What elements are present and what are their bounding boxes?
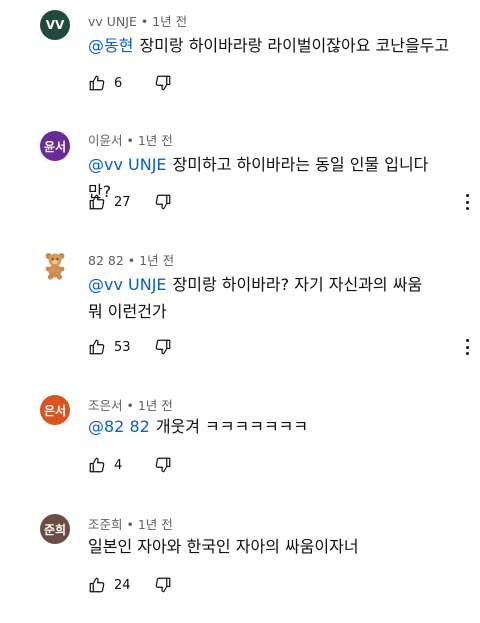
like-button[interactable]: 27 [88,193,140,211]
comment-time[interactable]: 1년 전 [139,253,174,268]
like-button[interactable]: 4 [88,456,140,474]
thumbs-up-icon [89,457,105,473]
comment-time[interactable]: 1년 전 [152,14,187,29]
comment-author[interactable]: 82 82 [88,253,124,268]
dislike-button[interactable] [154,576,172,594]
like-count: 27 [114,194,131,210]
meta-separator: • [140,14,149,29]
comment-actions: 24 [88,575,172,595]
thumbs-down-icon [155,577,171,593]
thumbs-down-icon [155,457,171,473]
comment-meta: 82 82 • 1년 전 [88,250,174,269]
thumbs-up-icon [89,194,105,210]
comment-text: @82 82 개웃겨 ㅋㅋㅋㅋㅋㅋㅋ [88,413,450,440]
mention-link[interactable]: @vv UNJE [88,275,167,294]
thumbs-up-icon [89,577,105,593]
more-options-icon[interactable] [464,194,470,210]
comment-author[interactable]: vv UNJE [88,14,137,29]
comment-time[interactable]: 1년 전 [138,133,173,148]
comment-author[interactable]: 조준희 [88,517,123,532]
comment-body: 일본인 자아와 한국인 자아의 싸움이자너 [88,537,359,556]
meta-separator: • [126,398,134,413]
avatar[interactable]: 은서 [40,395,70,425]
comment-actions: 4 [88,455,172,475]
comment-actions: 27 [88,192,172,212]
thumbs-down-icon [155,194,171,210]
avatar[interactable]: 준희 [40,514,70,544]
like-count: 6 [114,75,123,91]
comment-meta: vv UNJE • 1년 전 [88,11,187,30]
dislike-button[interactable] [154,193,172,211]
comment-time[interactable]: 1년 전 [138,398,173,413]
comment-actions: 53 [88,337,172,357]
avatar[interactable] [40,250,70,280]
teddy-bear-icon [45,253,65,280]
meta-separator: • [126,133,134,148]
comment-body: 개웃겨 ㅋㅋㅋㅋㅋㅋㅋ [155,417,309,436]
thumbs-up-icon [89,75,105,91]
avatar[interactable]: VV [40,10,70,40]
dislike-button[interactable] [154,74,172,92]
comment-meta: 이윤서 • 1년 전 [88,130,173,149]
comment-text: @vv UNJE 장미랑 하이바라? 자기 자신과의 싸움 뭐 이런건가 [88,271,428,325]
comment-meta: 조준희 • 1년 전 [88,514,173,533]
thumbs-up-icon [89,339,105,355]
mention-link[interactable]: @vv UNJE [88,155,167,174]
thumbs-down-icon [155,339,171,355]
comment-meta: 조은서 • 1년 전 [88,395,173,414]
like-button[interactable]: 24 [88,576,140,594]
mention-link[interactable]: @82 82 [88,417,150,436]
comment-time[interactable]: 1년 전 [138,517,173,532]
meta-separator: • [126,517,134,532]
dislike-button[interactable] [154,338,172,356]
more-options-icon[interactable] [464,339,470,355]
thumbs-down-icon [155,75,171,91]
comment-author[interactable]: 조은서 [88,398,123,413]
like-count: 24 [114,577,131,593]
comment-body: 장미랑 하이바라랑 라이벌이잖아요 코난을두고 [139,36,450,55]
comment-text: @동현 장미랑 하이바라랑 라이벌이잖아요 코난을두고 [88,32,450,59]
avatar[interactable]: 윤서 [40,131,70,161]
like-button[interactable]: 53 [88,338,140,356]
like-count: 4 [114,457,123,473]
mention-link[interactable]: @동현 [88,36,133,55]
like-count: 53 [114,339,131,355]
comment-actions: 6 [88,73,172,93]
avatar-initials: 윤서 [43,139,67,154]
avatar-initials: 준희 [43,522,67,537]
like-button[interactable]: 6 [88,74,140,92]
avatar-initials: 은서 [43,403,67,418]
dislike-button[interactable] [154,456,172,474]
comment-author[interactable]: 이윤서 [88,133,123,148]
comment-text: 일본인 자아와 한국인 자아의 싸움이자너 [88,533,450,560]
avatar-initials: VV [45,18,65,32]
meta-separator: • [127,253,136,268]
